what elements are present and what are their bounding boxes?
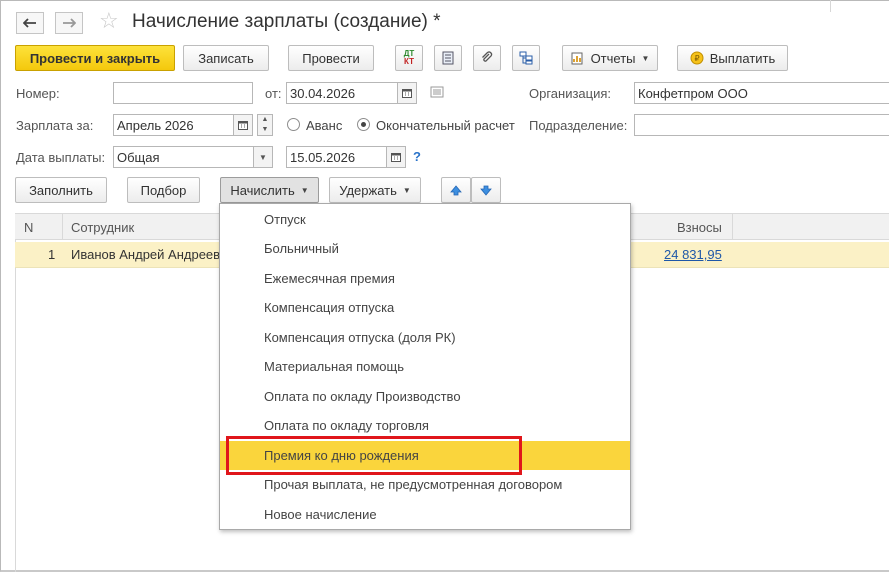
dtkt-button[interactable]: ДТ КТ xyxy=(395,45,423,71)
department-label: Подразделение: xyxy=(529,118,628,133)
salary-period-field[interactable]: Апрель 2026 xyxy=(113,114,234,136)
menu-item-sick-leave[interactable]: Больничный xyxy=(220,234,630,263)
structure-icon xyxy=(519,51,533,65)
date-from-label: от: xyxy=(265,86,282,101)
post-and-close-button[interactable]: Провести и закрыть xyxy=(15,45,175,71)
spin-down-icon[interactable]: ▼ xyxy=(258,125,272,135)
save-button[interactable]: Записать xyxy=(183,45,269,71)
row-number: 1 xyxy=(48,247,56,262)
annotation-highlight-box xyxy=(226,436,522,475)
final-settlement-radio[interactable] xyxy=(357,118,370,131)
spin-up-icon[interactable]: ▲ xyxy=(258,115,272,125)
advance-label: Аванс xyxy=(306,118,343,133)
calendar-icon xyxy=(391,153,401,162)
pay-label: Выплатить xyxy=(709,50,776,66)
column-header-contributions[interactable]: Взносы xyxy=(677,220,722,235)
menu-item-vacation[interactable]: Отпуск xyxy=(220,205,630,234)
pay-date-type-select[interactable]: Общая xyxy=(113,146,254,168)
select-button[interactable]: Подбор xyxy=(127,177,200,203)
calendar-icon xyxy=(238,121,248,130)
column-separator xyxy=(732,214,733,240)
chevron-down-icon: ▼ xyxy=(259,152,267,162)
back-button[interactable] xyxy=(16,12,44,34)
menu-item-vacation-compensation[interactable]: Компенсация отпуска xyxy=(220,293,630,322)
organization-field[interactable]: Конфетпром ООО xyxy=(634,82,889,104)
post-button[interactable]: Провести xyxy=(288,45,374,71)
document-comment-icon[interactable] xyxy=(430,86,444,101)
period-calendar-button[interactable] xyxy=(233,114,253,136)
arrow-down-icon xyxy=(480,185,492,196)
chevron-down-icon: ▼ xyxy=(641,53,650,63)
kt-label: КТ xyxy=(404,57,414,66)
pay-date-type-dropdown[interactable]: ▼ xyxy=(253,146,273,168)
advance-radio[interactable] xyxy=(287,118,300,131)
page-title: Начисление зарплаты (создание) * xyxy=(132,11,441,32)
accrue-dropdown-menu: Отпуск Больничный Ежемесячная премия Ком… xyxy=(219,203,631,530)
reports-label: Отчеты xyxy=(590,50,636,66)
date-field[interactable]: 30.04.2026 xyxy=(286,82,398,104)
star-icon[interactable]: ☆ xyxy=(99,9,119,33)
attach-button[interactable] xyxy=(473,45,501,71)
table-border xyxy=(15,240,16,572)
paperclip-icon xyxy=(482,51,493,62)
withhold-button[interactable]: Удержать ▼ xyxy=(329,177,421,203)
coin-icon: ₽ xyxy=(690,51,704,65)
pay-date-calendar-button[interactable] xyxy=(386,146,406,168)
menu-item-monthly-bonus[interactable]: Ежемесячная премия xyxy=(220,264,630,293)
menu-item-new-accrual[interactable]: Новое начисление xyxy=(220,500,630,529)
calendar-icon xyxy=(402,89,412,98)
date-calendar-button[interactable] xyxy=(397,82,417,104)
report-icon xyxy=(571,52,583,64)
divider xyxy=(830,0,831,12)
column-header-n[interactable]: N xyxy=(24,220,33,235)
accrue-label: Начислить xyxy=(230,182,295,198)
debit-credit-icon: ДТ КТ xyxy=(404,50,415,66)
document-list-icon xyxy=(442,51,454,65)
reports-button[interactable]: Отчеты ▼ xyxy=(562,45,658,71)
period-spinner[interactable]: ▲ ▼ xyxy=(257,114,273,136)
menu-item-vacation-compensation-rk[interactable]: Компенсация отпуска (доля РК) xyxy=(220,323,630,352)
pay-date-field[interactable]: 15.05.2026 xyxy=(286,146,387,168)
chevron-down-icon: ▼ xyxy=(300,185,309,195)
number-field[interactable] xyxy=(113,82,253,104)
row-employee[interactable]: Иванов Андрей Андреевич xyxy=(71,247,234,262)
pay-button[interactable]: ₽ Выплатить xyxy=(677,45,788,71)
accrue-button[interactable]: Начислить ▼ xyxy=(220,177,319,203)
column-header-employee[interactable]: Сотрудник xyxy=(71,220,134,235)
department-field[interactable] xyxy=(634,114,889,136)
salary-for-label: Зарплата за: xyxy=(16,118,94,133)
final-settlement-label: Окончательный расчет xyxy=(376,118,515,133)
arrow-right-icon xyxy=(63,18,76,28)
move-down-button[interactable] xyxy=(471,177,501,203)
row-contributions-link[interactable]: 24 831,95 xyxy=(664,247,722,262)
number-label: Номер: xyxy=(16,86,60,101)
document-list-button[interactable] xyxy=(434,45,462,71)
withhold-label: Удержать xyxy=(339,182,397,198)
structure-button[interactable] xyxy=(512,45,540,71)
move-up-button[interactable] xyxy=(441,177,471,203)
forward-button[interactable] xyxy=(55,12,83,34)
help-icon[interactable]: ? xyxy=(413,149,421,164)
arrow-left-icon xyxy=(23,18,36,28)
pay-date-label: Дата выплаты: xyxy=(16,150,106,165)
svg-text:₽: ₽ xyxy=(694,54,699,63)
fill-button[interactable]: Заполнить xyxy=(15,177,107,203)
menu-item-salary-production[interactable]: Оплата по окладу Производство xyxy=(220,382,630,411)
arrow-up-icon xyxy=(450,184,462,195)
chevron-down-icon: ▼ xyxy=(402,185,411,195)
organization-label: Организация: xyxy=(529,86,612,101)
column-separator xyxy=(62,214,63,240)
menu-item-financial-aid[interactable]: Материальная помощь xyxy=(220,352,630,381)
